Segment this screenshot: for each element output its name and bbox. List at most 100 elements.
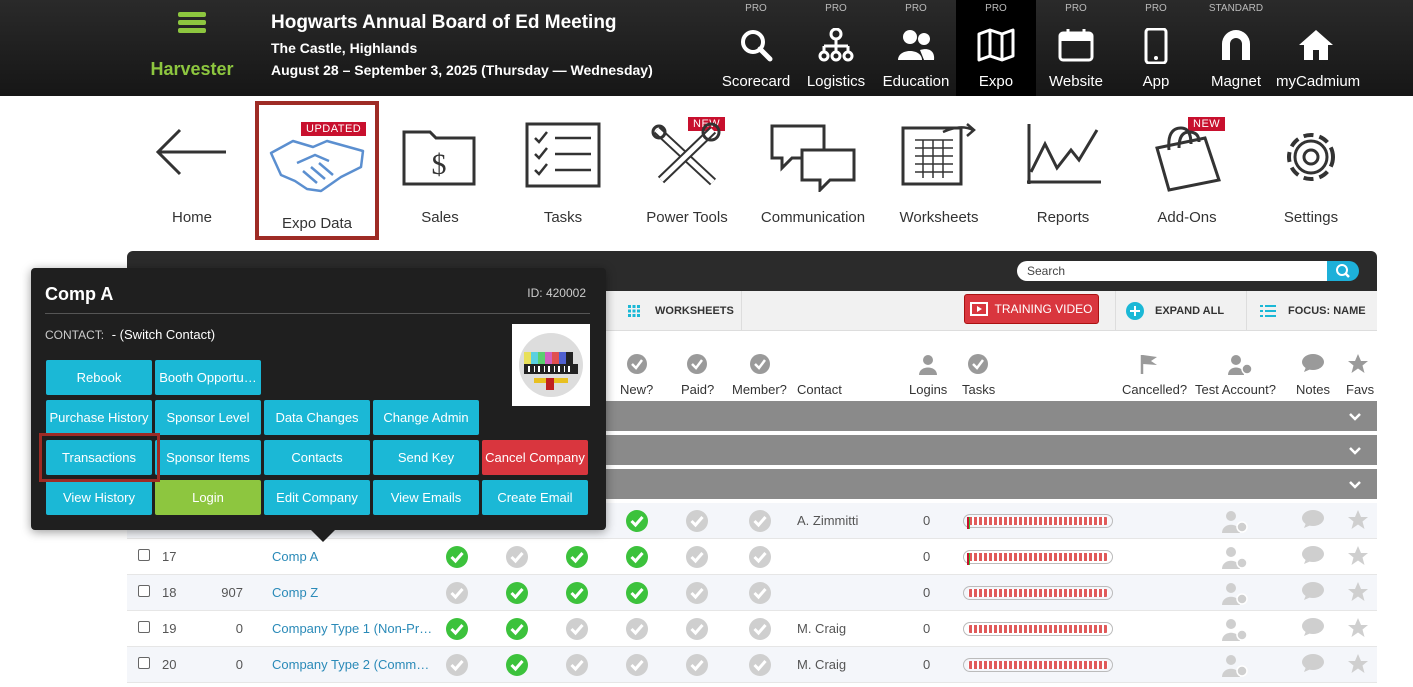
sponsor-items-button[interactable]: Sponsor Items — [155, 440, 261, 475]
user-gear-icon[interactable] — [1221, 581, 1249, 605]
nav-magnet[interactable]: STANDARD Magnet — [1196, 0, 1276, 96]
company-link[interactable]: Company Type 1 (Non-Pr… — [272, 621, 432, 636]
tasks-progress-bar[interactable] — [963, 658, 1113, 672]
nav-expo[interactable]: PRO Expo — [956, 0, 1036, 96]
module-sales[interactable]: $ Sales — [378, 100, 502, 240]
comment-icon[interactable] — [1301, 653, 1325, 675]
star-icon[interactable] — [1347, 545, 1369, 567]
check-circle-icon[interactable] — [685, 545, 709, 569]
nav-mycadmium[interactable]: myCadmium — [1276, 0, 1360, 96]
check-circle-icon[interactable] — [505, 653, 529, 677]
check-circle-icon[interactable] — [748, 581, 772, 605]
nav-website[interactable]: PRO Website — [1036, 0, 1116, 96]
check-circle-icon[interactable] — [685, 581, 709, 605]
row-checkbox[interactable] — [138, 657, 150, 669]
check-circle-icon[interactable] — [445, 653, 469, 677]
check-circle-icon[interactable] — [748, 653, 772, 677]
module-add-ons[interactable]: NEW Add-Ons — [1125, 100, 1249, 240]
check-circle-icon[interactable] — [565, 653, 589, 677]
check-circle-icon[interactable] — [685, 653, 709, 677]
comment-icon[interactable] — [1301, 617, 1325, 639]
booth-opportu-button[interactable]: Booth Opportu… — [155, 360, 261, 395]
expand-all-button[interactable]: EXPAND ALL — [1125, 291, 1224, 331]
tasks-progress-bar[interactable] — [963, 586, 1113, 600]
table-row[interactable]: 20 0 Company Type 2 (Comm… M. Craig 0 — [127, 647, 1377, 683]
module-reports[interactable]: Reports — [1001, 100, 1125, 240]
module-tasks[interactable]: Tasks — [501, 100, 625, 240]
check-circle-icon[interactable] — [748, 545, 772, 569]
comment-icon[interactable] — [1301, 509, 1325, 531]
company-link[interactable]: Company Type 2 (Comm… — [272, 657, 429, 672]
star-icon[interactable] — [1347, 653, 1369, 675]
view-emails-button[interactable]: View Emails — [373, 480, 479, 515]
star-icon[interactable] — [1347, 617, 1369, 639]
worksheets-button[interactable]: WORKSHEETS — [627, 291, 734, 331]
col-cancelled[interactable]: Cancelled? — [1122, 382, 1187, 397]
tasks-progress-bar[interactable] — [963, 514, 1113, 529]
user-gear-icon[interactable] — [1221, 617, 1249, 641]
nav-scorecard[interactable]: PRO Scorecard — [716, 0, 796, 96]
check-circle-icon[interactable] — [565, 545, 589, 569]
module-home[interactable]: Home — [130, 100, 254, 240]
check-circle-icon[interactable] — [625, 581, 649, 605]
check-circle-icon[interactable] — [625, 509, 649, 533]
module-settings[interactable]: Settings — [1249, 100, 1373, 240]
row-checkbox[interactable] — [138, 621, 150, 633]
module-communication[interactable]: Communication — [751, 100, 875, 240]
training-video-button[interactable]: TRAINING VIDEO — [964, 294, 1099, 324]
chevron-down-icon[interactable] — [1347, 443, 1363, 459]
data-changes-button[interactable]: Data Changes — [264, 400, 370, 435]
module-worksheets[interactable]: Worksheets — [877, 100, 1001, 240]
col-new[interactable]: New? — [620, 382, 653, 397]
check-circle-icon[interactable] — [505, 581, 529, 605]
purchase-history-button[interactable]: Purchase History — [46, 400, 152, 435]
comment-icon[interactable] — [1301, 545, 1325, 567]
create-email-button[interactable]: Create Email — [482, 480, 588, 515]
user-gear-icon[interactable] — [1221, 545, 1249, 569]
chevron-down-icon[interactable] — [1347, 409, 1363, 425]
hamburger-icon[interactable] — [178, 12, 206, 34]
search-button[interactable] — [1327, 261, 1359, 281]
check-circle-icon[interactable] — [505, 545, 529, 569]
nav-logistics[interactable]: PRO Logistics — [796, 0, 876, 96]
table-row[interactable]: 18 907 Comp Z 0 — [127, 575, 1377, 611]
check-circle-icon[interactable] — [625, 545, 649, 569]
check-circle-icon[interactable] — [685, 617, 709, 641]
contacts-button[interactable]: Contacts — [264, 440, 370, 475]
col-test-account[interactable]: Test Account? — [1195, 382, 1276, 397]
edit-company-button[interactable]: Edit Company — [264, 480, 370, 515]
login-button[interactable]: Login — [155, 480, 261, 515]
col-notes[interactable]: Notes — [1296, 382, 1330, 397]
tasks-progress-bar[interactable] — [963, 622, 1113, 636]
chevron-down-icon[interactable] — [1347, 477, 1363, 493]
col-member[interactable]: Member? — [732, 382, 787, 397]
check-circle-icon[interactable] — [565, 581, 589, 605]
nav-education[interactable]: PRO Education — [876, 0, 956, 96]
tasks-progress-bar[interactable] — [963, 550, 1113, 565]
star-icon[interactable] — [1347, 509, 1369, 531]
rebook-button[interactable]: Rebook — [46, 360, 152, 395]
module-expo-data[interactable]: UPDATED Expo Data — [255, 101, 379, 240]
user-gear-icon[interactable] — [1221, 509, 1249, 533]
check-circle-icon[interactable] — [625, 653, 649, 677]
col-contact[interactable]: Contact — [797, 382, 842, 397]
cancel-company-button[interactable]: Cancel Company — [482, 440, 588, 475]
company-link[interactable]: Comp A — [272, 549, 318, 564]
col-logins[interactable]: Logins — [909, 382, 947, 397]
check-circle-icon[interactable] — [625, 617, 649, 641]
row-checkbox[interactable] — [138, 549, 150, 561]
check-circle-icon[interactable] — [565, 617, 589, 641]
focus-name-button[interactable]: FOCUS: NAME — [1260, 291, 1366, 331]
company-link[interactable]: Comp Z — [272, 585, 318, 600]
nav-app[interactable]: PRO App — [1116, 0, 1196, 96]
check-circle-icon[interactable] — [748, 509, 772, 533]
col-paid[interactable]: Paid? — [681, 382, 714, 397]
table-row[interactable]: 19 0 Company Type 1 (Non-Pr… M. Craig 0 — [127, 611, 1377, 647]
send-key-button[interactable]: Send Key — [373, 440, 479, 475]
check-circle-icon[interactable] — [685, 509, 709, 533]
switch-contact-link[interactable]: - (Switch Contact) — [112, 327, 215, 342]
col-tasks[interactable]: Tasks — [962, 382, 995, 397]
table-row[interactable]: 17 Comp A 0 — [127, 539, 1377, 575]
star-icon[interactable] — [1347, 581, 1369, 603]
check-circle-icon[interactable] — [445, 545, 469, 569]
